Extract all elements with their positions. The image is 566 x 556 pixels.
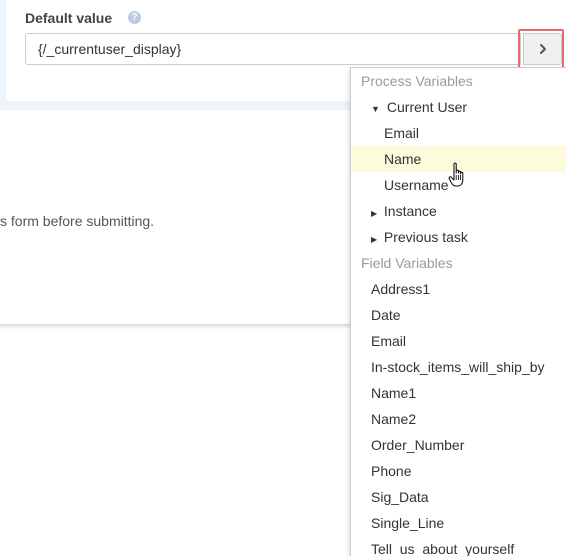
menu-item-field-variable[interactable]: Name2 bbox=[351, 406, 566, 432]
hand-cursor-icon bbox=[448, 162, 464, 187]
menu-item-field-variable[interactable]: Email bbox=[351, 328, 566, 354]
variable-picker-button[interactable] bbox=[523, 33, 562, 65]
page: Default value ? {/_currentuser_display} … bbox=[0, 0, 566, 556]
menu-item-field-variable[interactable]: Single_Line bbox=[351, 510, 566, 536]
menu-group-current-user[interactable]: ▼ Current User bbox=[351, 94, 566, 120]
chevron-right-icon bbox=[539, 44, 546, 54]
menu-item-current-user-email[interactable]: Email bbox=[351, 120, 566, 146]
menu-group-label: Previous task bbox=[383, 229, 468, 245]
menu-group-label: Instance bbox=[383, 203, 437, 219]
menu-header-process-variables: Process Variables bbox=[361, 73, 473, 89]
caret-down-icon: ▼ bbox=[371, 104, 380, 114]
menu-header-field-variables: Field Variables bbox=[361, 255, 453, 271]
help-icon[interactable]: ? bbox=[128, 11, 141, 24]
default-value-input[interactable]: {/_currentuser_display} bbox=[25, 33, 521, 65]
menu-item-field-variable[interactable]: Sig_Data bbox=[351, 484, 566, 510]
menu-group-previous-task[interactable]: ▶ Previous task bbox=[351, 224, 566, 250]
menu-item-field-variable[interactable]: Date bbox=[351, 302, 566, 328]
menu-group-instance[interactable]: ▶ Instance bbox=[351, 198, 566, 224]
menu-item-field-variable[interactable]: Name1 bbox=[351, 380, 566, 406]
form-hint-text: s form before submitting. bbox=[0, 213, 155, 229]
menu-item-field-variable[interactable]: In-stock_items_will_ship_by bbox=[351, 354, 566, 380]
menu-item-field-variable[interactable]: Address1 bbox=[351, 276, 566, 302]
menu-item-field-variable[interactable]: Phone bbox=[351, 458, 566, 484]
variable-menu: Process Variables ▼ Current User Email N… bbox=[350, 67, 566, 556]
menu-item-field-variable[interactable]: Tell_us_about_yourself bbox=[351, 536, 566, 556]
menu-item-field-variable[interactable]: Order_Number bbox=[351, 432, 566, 458]
default-value-label: Default value bbox=[25, 10, 113, 26]
menu-group-label: Current User bbox=[386, 99, 468, 115]
